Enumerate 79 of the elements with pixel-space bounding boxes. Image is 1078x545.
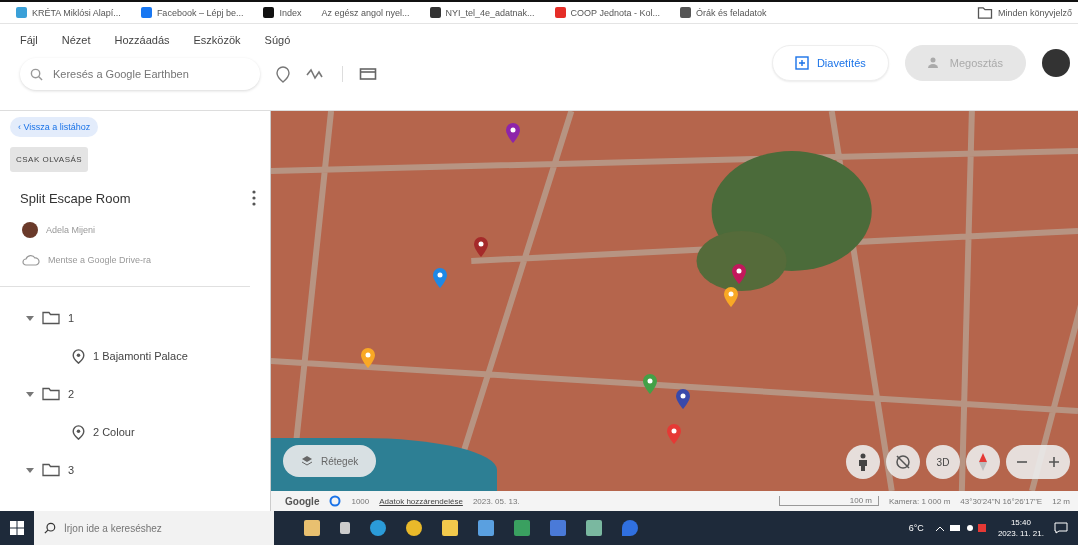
- search-field[interactable]: Keresés a Google Earthben: [20, 58, 260, 90]
- read-only-badge: CSAK OLVASÁS: [10, 147, 89, 172]
- location-pin-icon[interactable]: [276, 65, 290, 83]
- crossed-circle-icon: [895, 454, 911, 470]
- tilt-button[interactable]: [886, 445, 920, 479]
- caret-icon[interactable]: [26, 390, 34, 398]
- weather-label[interactable]: 6°C: [908, 523, 924, 533]
- elevation-label: 12 m: [1052, 496, 1070, 506]
- caret-icon[interactable]: [26, 466, 34, 474]
- street-view-button[interactable]: [846, 445, 880, 479]
- notification-icon[interactable]: [1054, 522, 1068, 534]
- bookmark[interactable]: KRÉTA Miklósi Alapí...: [16, 7, 121, 18]
- cloud-icon: [22, 254, 40, 266]
- caret-icon[interactable]: [26, 314, 34, 322]
- layers-icon: [301, 455, 313, 467]
- folder-name[interactable]: 1: [68, 312, 75, 324]
- camera-altitude: Kamera: 1 000 m: [888, 496, 951, 506]
- menu-item[interactable]: Eszközök: [193, 34, 241, 46]
- menu-item[interactable]: Nézet: [61, 34, 91, 46]
- menu-item[interactable]: Fájl: [20, 34, 38, 46]
- location-pin-icon: [72, 424, 85, 440]
- site-icon: [680, 7, 691, 18]
- plus-icon: [1048, 456, 1060, 468]
- satellite-map-placeholder[interactable]: Rétegek 3D: [271, 111, 1078, 491]
- place-name[interactable]: 1 Bajamonti Palace: [93, 350, 188, 362]
- project-title: Split Escape Room: [20, 190, 131, 206]
- place-name[interactable]: 2 Colour: [93, 426, 135, 438]
- compass-icon: [978, 453, 988, 471]
- author-name: Adela Mijeni: [46, 225, 96, 235]
- clock-time[interactable]: 15:40: [1010, 517, 1031, 528]
- menu-item[interactable]: Súgó: [264, 34, 291, 46]
- site-icon: [429, 7, 441, 18]
- clock-date[interactable]: 2023. 11. 21.: [997, 528, 1044, 539]
- map-pin-icon[interactable]: [731, 263, 747, 285]
- avatar[interactable]: [1042, 49, 1070, 77]
- layers-button[interactable]: Rétegek: [283, 445, 377, 477]
- site-icon: [554, 7, 566, 18]
- path-icon[interactable]: [306, 67, 326, 81]
- map-pin-icon[interactable]: [642, 373, 659, 396]
- drop-icon[interactable]: [622, 520, 638, 536]
- attribution-link[interactable]: Adatok hozzárendelése: [379, 496, 463, 506]
- folder-name[interactable]: 3: [68, 464, 75, 476]
- bookmark[interactable]: COOP Jednota - Kol...: [554, 7, 660, 18]
- slideshow-button[interactable]: Diavetítés: [771, 45, 889, 81]
- avatar: [22, 222, 38, 238]
- map-pin-icon[interactable]: [674, 388, 691, 411]
- map-pin-icon[interactable]: [722, 285, 739, 308]
- bookmark[interactable]: Facebook – Lépj be...: [140, 7, 244, 18]
- map-pin-icon[interactable]: [472, 236, 489, 259]
- folder-name[interactable]: 2: [68, 388, 75, 400]
- scale-bar: 100 m: [778, 496, 879, 506]
- all-bookmarks-link[interactable]: Minden könyvjelző: [976, 6, 1072, 19]
- compass-button[interactable]: [966, 445, 1000, 479]
- ring-icon: [329, 495, 342, 507]
- ruler-icon[interactable]: [359, 67, 377, 81]
- imagery-date: 2023. 05. 13.: [472, 496, 520, 506]
- location-pin-icon: [72, 348, 85, 364]
- count-label: 1000: [351, 496, 370, 506]
- present-icon: [794, 56, 809, 70]
- bookmark[interactable]: Órák és feladatok: [680, 7, 767, 18]
- site-icon: [16, 7, 27, 18]
- site-icon: [140, 7, 152, 18]
- 3d-button[interactable]: 3D: [926, 445, 960, 479]
- map-pin-icon[interactable]: [505, 122, 521, 145]
- bookmark[interactable]: NYI_tel_4e_adatnak...: [429, 7, 535, 18]
- bookmark[interactable]: Az egész angol nyel...: [321, 7, 410, 18]
- site-icon: [263, 7, 275, 18]
- menu-item[interactable]: Hozzáadás: [114, 34, 170, 46]
- map-pin-icon[interactable]: [666, 422, 683, 445]
- google-logo: Google: [285, 495, 320, 507]
- bookmark[interactable]: Index: [263, 7, 302, 18]
- coordinates-label: 43°30'24"N 16°26'17"E: [960, 496, 1043, 506]
- taskbar-search-field[interactable]: Írjon ide a kereséshez: [34, 511, 274, 545]
- tray-icons-drawing[interactable]: [933, 523, 988, 533]
- back-link[interactable]: ‹ Vissza a listához: [10, 117, 99, 137]
- person-icon: [857, 453, 869, 471]
- more-icon[interactable]: [252, 190, 256, 206]
- map-pin-icon[interactable]: [432, 266, 449, 289]
- map-pin-icon[interactable]: [359, 346, 376, 369]
